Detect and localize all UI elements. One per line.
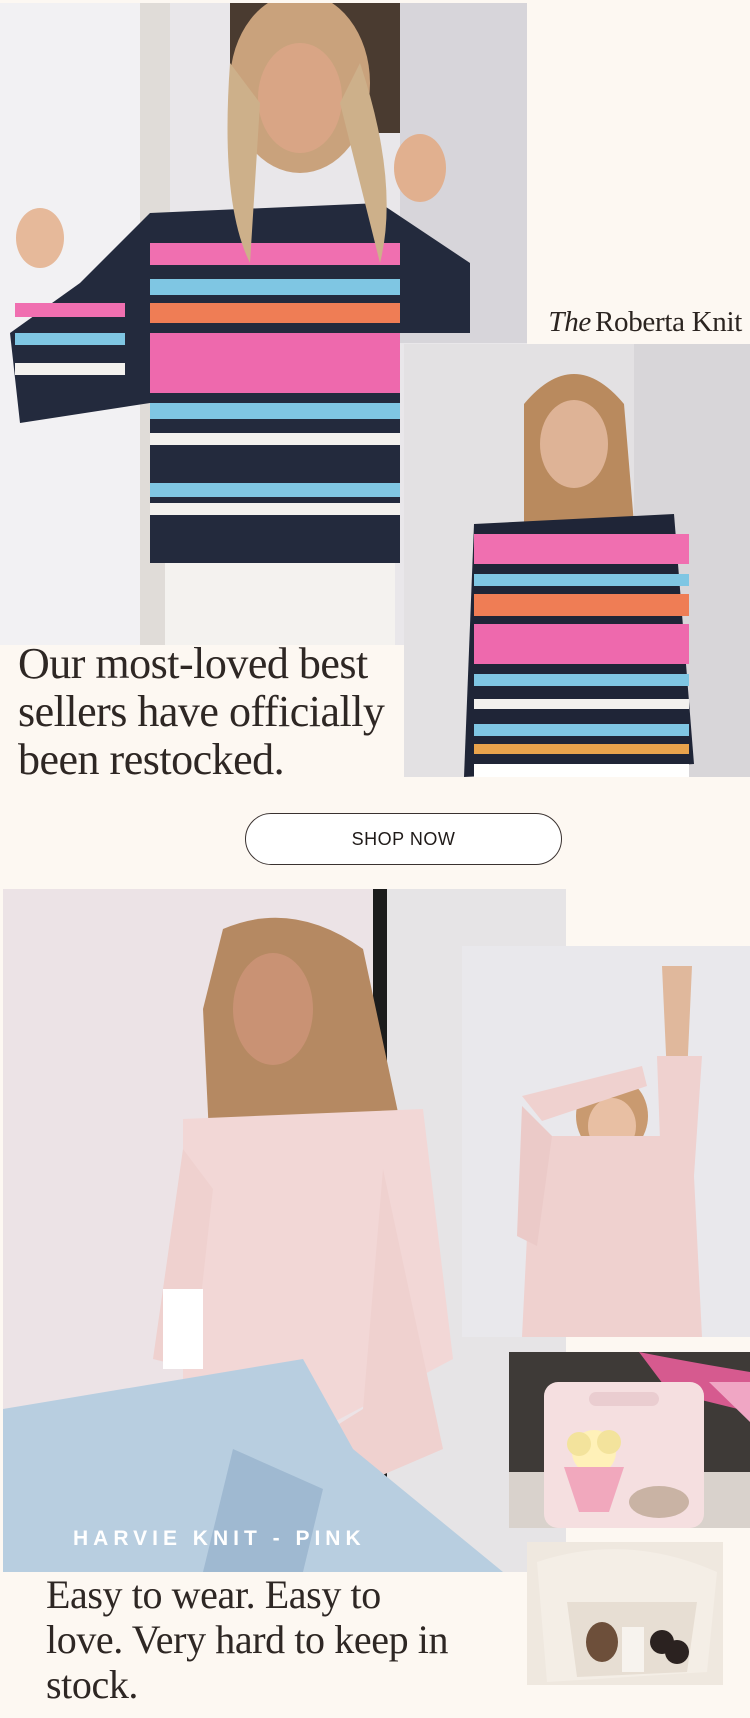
hero-headline: Our most-loved best sellers have officia…: [18, 639, 385, 784]
feature-photo-stretch-image: [462, 946, 750, 1337]
secondary-photo-image: [404, 344, 750, 777]
feature-headline: Easy to wear. Easy to love. Very hard to…: [46, 1572, 449, 1707]
lifestyle-photo-flowers-image: [509, 1352, 750, 1528]
lifestyle-photo-tote-image: [527, 1542, 723, 1685]
brand-title-prefix: The: [548, 306, 591, 338]
brand-title-name: Roberta Knit: [594, 306, 742, 338]
product-label: HARVIE KNIT - PINK: [73, 1527, 366, 1550]
feature-photo-pink-knit-stretch[interactable]: [462, 946, 750, 1337]
brand-title: The Roberta Knit: [548, 306, 742, 339]
lifestyle-photo-tote-bag[interactable]: [527, 1542, 723, 1685]
secondary-photo-striped-knit[interactable]: [404, 344, 750, 777]
shop-now-button[interactable]: SHOP NOW: [245, 813, 562, 865]
lifestyle-photo-flowers[interactable]: [509, 1352, 750, 1528]
